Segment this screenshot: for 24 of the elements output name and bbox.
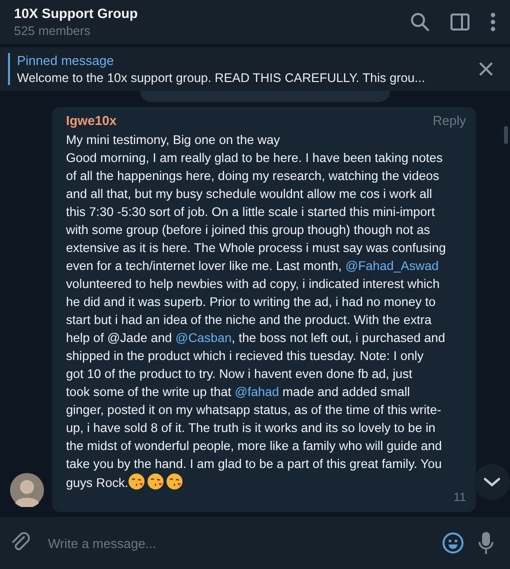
kiss-face-icon: [128, 473, 146, 490]
microphone-icon[interactable]: [478, 531, 494, 555]
avatar[interactable]: [10, 473, 44, 507]
member-count: 525 members: [14, 24, 92, 38]
pinned-text: Welcome to the 10x support group. READ THIS CAREFULLY. This grou...: [17, 71, 426, 85]
sidebar-toggle-icon[interactable]: [450, 13, 470, 31]
group-title: 10X Support Group: [14, 6, 138, 21]
search-icon[interactable]: [410, 12, 430, 32]
author-name[interactable]: Igwe10x: [66, 113, 117, 128]
emoji-icon[interactable]: [442, 532, 464, 554]
reply-link[interactable]: Reply: [432, 113, 466, 128]
more-icon[interactable]: [490, 12, 496, 32]
mention-link[interactable]: @fahad: [234, 385, 280, 399]
message-text: My mini testimony, Big one on the way Good morning, I am really glad to be here. I have been taking notes of all the happenings here, doing my research, watching the videos and all that, but my busy schedule wouldnt allow me cos i work all this 7:30 -5:30 sort of job. On a little scale i started this mini-import with some group (before i joined this group though) though not as extensive as it is here. The Whole process i must say was confusing even for a tech/internet lover like me. Last month, @Fahad_Aswad volunteered to help newbies with ad copy, i indicated interest which he did and it was superb. Prior to writing the ad, i had no money to start but i had an idea of the niche and the product. With the extra help of @Jade and @Casban, the boss not left out, i purchased and shipped in the product which i recieved this tuesday. Note: I only got 10 of the product to try. Now i havent even done fb ad, just took some of the write up that @fahad made and added small ginger, posted it on my whatsapp status, as of the time of this write- up, i have sold 8 of it. The truth is it works and its so lovely to be in the midst of wonderful people, more like a family who will guide and take you by the hand. I am glad to be a part of this great family. You guys Rock.: [66, 132, 446, 492]
mention-link[interactable]: @Fahad_Aswad: [345, 259, 439, 273]
kiss-face-icon: [147, 473, 164, 490]
pinned-label: Pinned message: [17, 53, 115, 68]
close-icon[interactable]: [479, 62, 493, 76]
scroll-down-button[interactable]: [474, 464, 510, 500]
chevron-down-icon: [483, 477, 501, 487]
pinned-bar[interactable]: Pinned message Welcome to the 10x support group. READ THIS CAREFULLY. This grou...: [0, 46, 510, 91]
kiss-face-icon: [166, 473, 184, 490]
mention-link[interactable]: @Casban: [175, 331, 232, 345]
message-time: 11: [454, 490, 466, 504]
